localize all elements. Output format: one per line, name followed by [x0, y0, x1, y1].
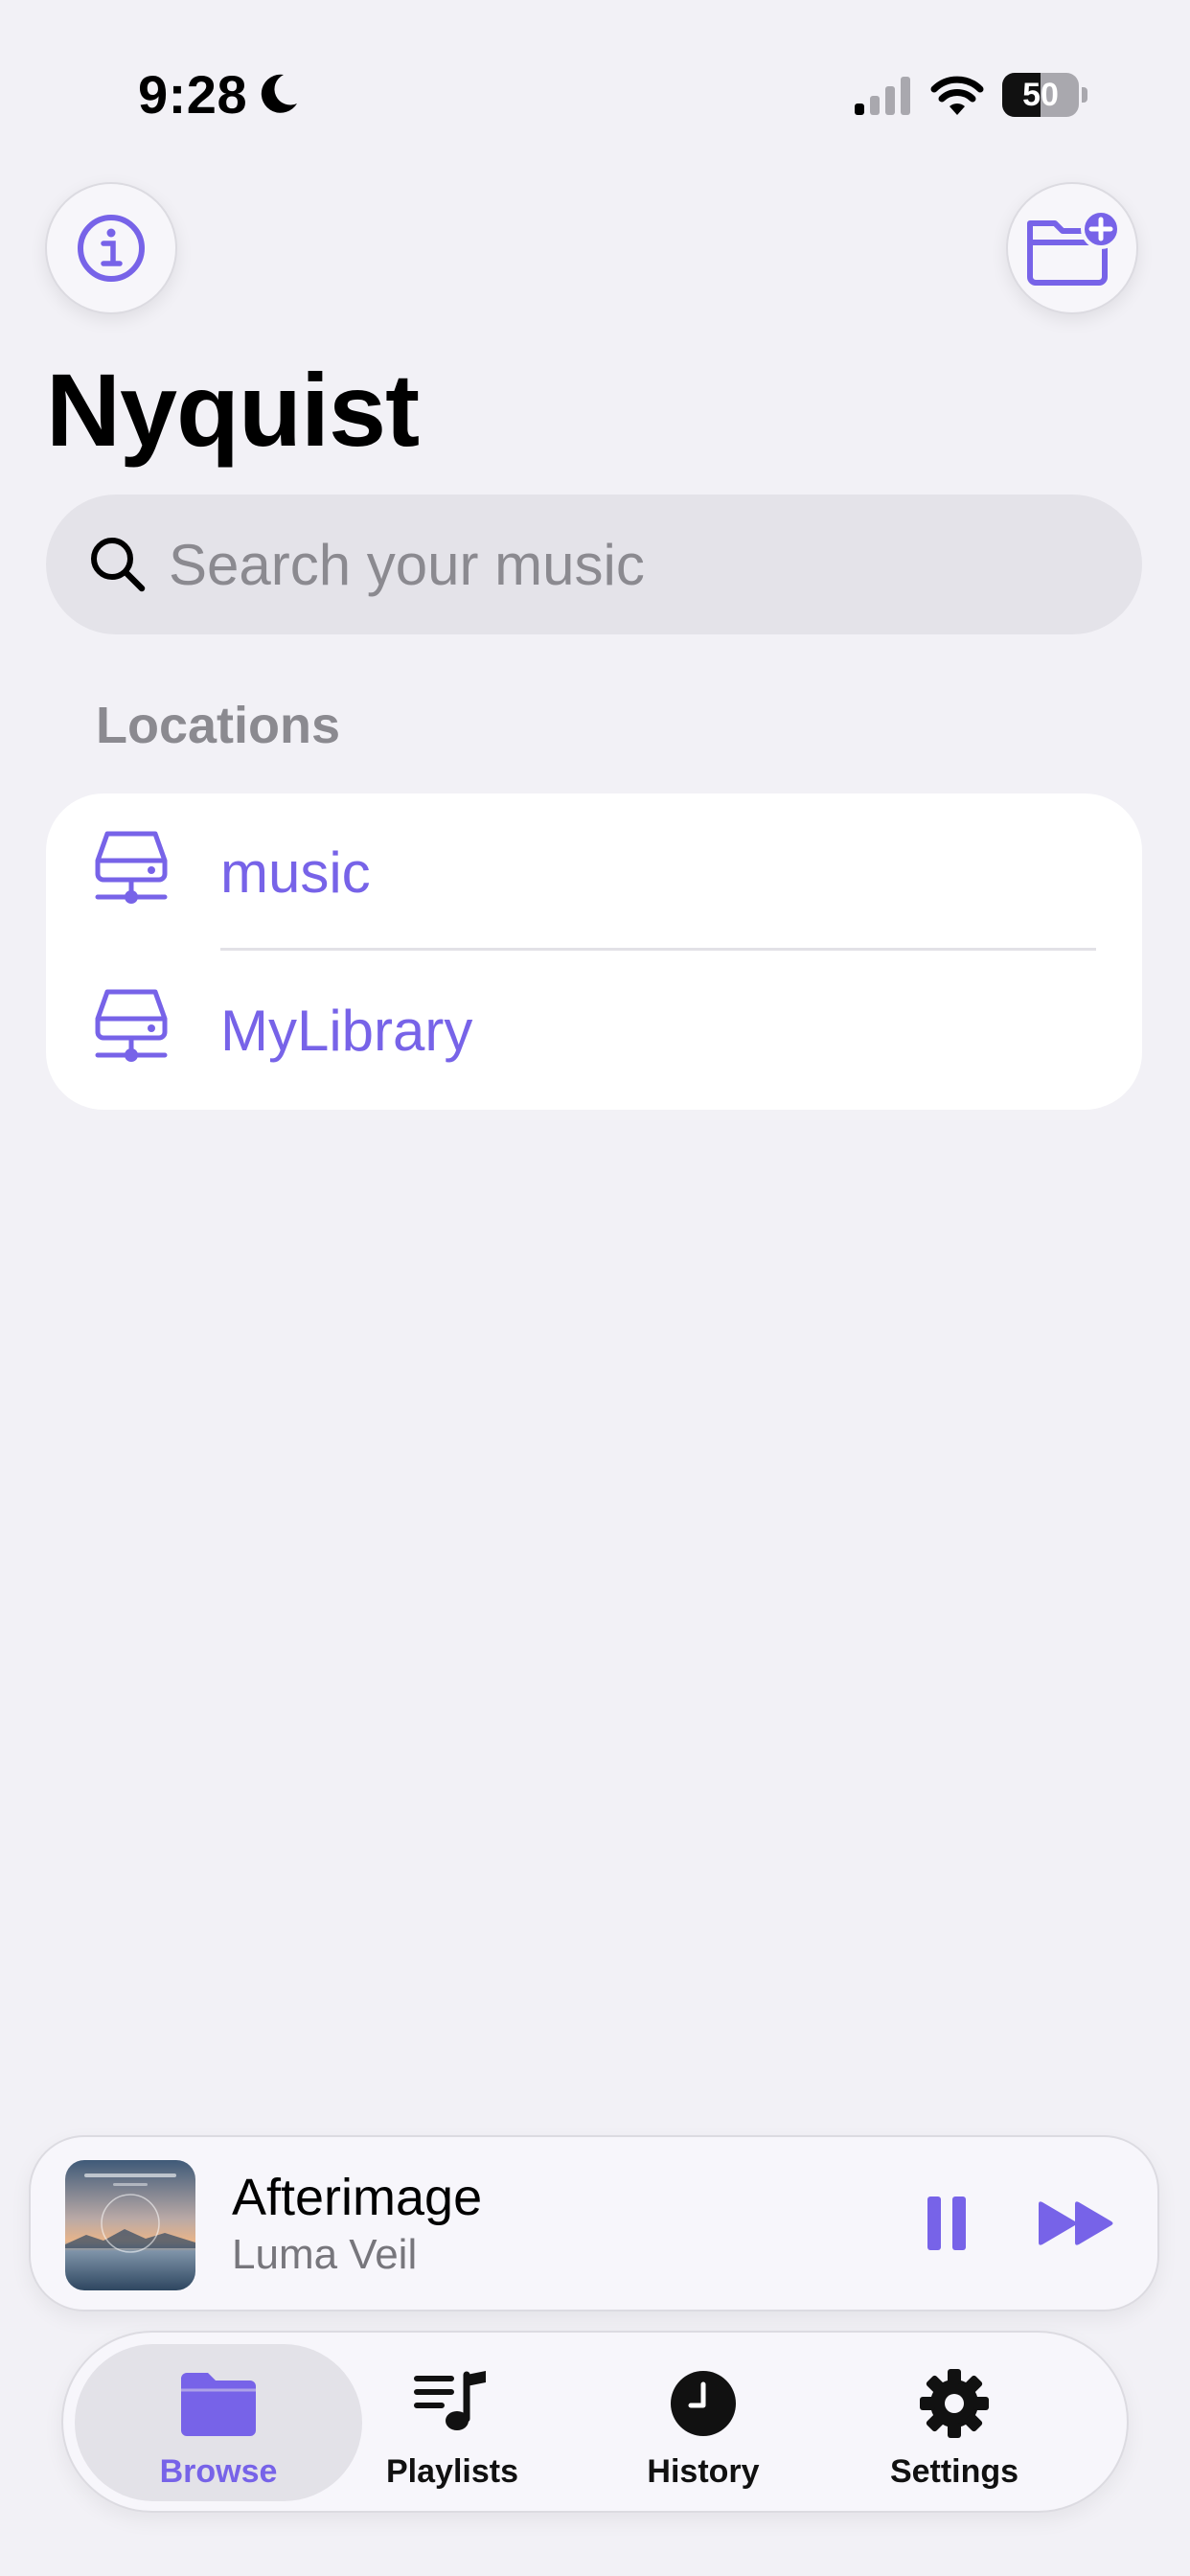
signal-icon	[855, 77, 910, 115]
search-bar[interactable]	[46, 494, 1142, 634]
folder-plus-icon	[1027, 210, 1121, 286]
info-button[interactable]	[45, 182, 177, 314]
album-artwork[interactable]	[65, 2160, 195, 2290]
status-time: 9:28	[138, 64, 248, 125]
tab-history[interactable]: History	[560, 2344, 847, 2501]
wifi-icon	[930, 76, 984, 115]
location-item-music[interactable]: music	[46, 794, 1142, 952]
pause-icon[interactable]	[926, 2195, 968, 2252]
network-drive-icon	[95, 989, 168, 1062]
divider	[220, 948, 1096, 951]
network-drive-icon	[95, 831, 168, 904]
tab-label: History	[647, 2453, 760, 2490]
add-location-button[interactable]	[1006, 182, 1138, 314]
locations-header: Locations	[96, 697, 341, 754]
battery-percentage: 50	[1022, 77, 1059, 113]
clock-icon	[671, 2371, 736, 2436]
folder-icon	[181, 2373, 256, 2436]
location-label: music	[220, 840, 371, 905]
now-playing-bar[interactable]: Afterimage Luma Veil	[29, 2135, 1159, 2312]
tab-label: Playlists	[386, 2453, 518, 2490]
tab-settings[interactable]: Settings	[811, 2344, 1098, 2501]
fast-forward-icon[interactable]	[1037, 2200, 1115, 2246]
search-icon	[91, 538, 146, 592]
playlist-icon	[414, 2371, 486, 2430]
location-label: MyLibrary	[220, 999, 473, 1063]
search-input[interactable]	[169, 494, 1108, 634]
location-item-mylibrary[interactable]: MyLibrary	[46, 952, 1142, 1110]
info-circle-icon	[78, 215, 145, 282]
track-artist: Luma Veil	[232, 2231, 418, 2278]
page-title: Nyquist	[46, 352, 420, 468]
tab-bar: Browse Playlists History Settings	[61, 2331, 1129, 2513]
gear-icon	[920, 2369, 989, 2438]
moon-icon	[261, 74, 297, 113]
tab-playlists[interactable]: Playlists	[309, 2344, 596, 2501]
locations-list: music MyLibrary	[46, 794, 1142, 1110]
track-title: Afterimage	[232, 2169, 483, 2226]
tab-label: Settings	[889, 2453, 1019, 2490]
battery-icon: 50	[1002, 73, 1088, 117]
